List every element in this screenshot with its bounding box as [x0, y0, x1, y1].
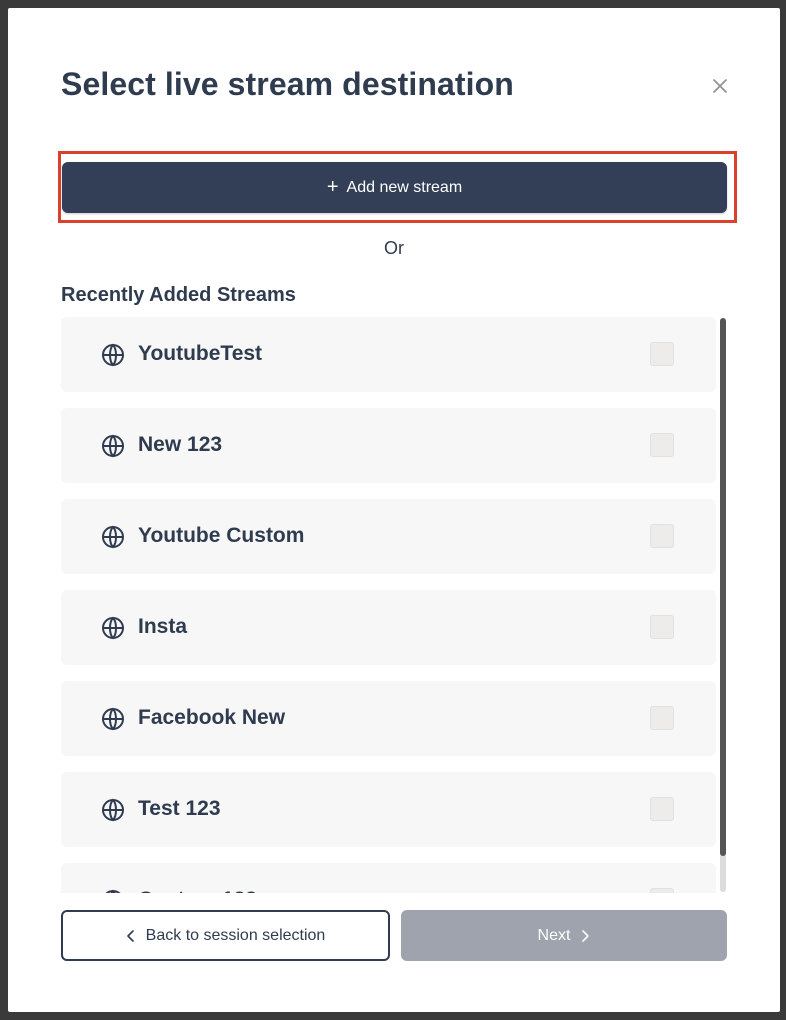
back-button-label: Back to session selection [145, 926, 326, 944]
close-button[interactable] [708, 74, 732, 98]
next-button[interactable]: Next [401, 910, 727, 961]
stream-item[interactable]: Youtube Custom [61, 499, 716, 574]
stream-item-checkbox[interactable] [650, 888, 674, 893]
add-new-stream-button[interactable]: + Add new stream [62, 162, 727, 213]
stream-item-checkbox[interactable] [650, 615, 674, 639]
close-icon [713, 79, 727, 93]
stream-item[interactable]: Custom 123 [61, 863, 716, 893]
globe-icon [101, 707, 125, 731]
globe-icon [101, 343, 125, 367]
stream-item-label: Facebook New [138, 706, 286, 729]
chevron-right-icon [580, 929, 590, 943]
globe-icon [101, 616, 125, 640]
stream-item[interactable]: Insta [61, 590, 716, 665]
stream-list-scrollbar[interactable] [720, 318, 726, 892]
stream-item-checkbox[interactable] [650, 342, 674, 366]
stream-list-viewport[interactable]: YoutubeTest New 123 Youtube Custom Insta Fac… [61, 317, 733, 893]
globe-icon [101, 889, 125, 893]
stream-list: YoutubeTest New 123 Youtube Custom Insta Fac… [61, 317, 733, 893]
add-new-stream-label: Add new stream [346, 178, 463, 196]
stream-item-checkbox[interactable] [650, 524, 674, 548]
plus-icon: + [326, 175, 339, 198]
stream-item-label: YoutubeTest [138, 342, 263, 365]
globe-icon [101, 434, 125, 458]
stream-item-label: Test 123 [138, 797, 221, 820]
stream-item-checkbox[interactable] [650, 433, 674, 457]
or-separator: Or [384, 238, 404, 258]
globe-icon [101, 798, 125, 822]
stream-item[interactable]: Test 123 [61, 772, 716, 847]
stream-destination-modal: Select live stream destination + Add new… [8, 8, 780, 1012]
next-button-label: Next [537, 926, 571, 944]
chevron-left-icon [126, 929, 136, 943]
stream-item-label: New 123 [138, 433, 223, 456]
stream-item-label: Insta [138, 615, 188, 638]
stream-item[interactable]: New 123 [61, 408, 716, 483]
globe-icon [101, 525, 125, 549]
recent-streams-title: Recently Added Streams [61, 284, 296, 306]
stream-item[interactable]: Facebook New [61, 681, 716, 756]
stream-item-label: Youtube Custom [138, 524, 305, 547]
stream-item[interactable]: YoutubeTest [61, 317, 716, 392]
stream-item-label: Custom 123 [138, 888, 257, 893]
scrollbar-thumb[interactable] [720, 318, 726, 856]
back-to-session-button[interactable]: Back to session selection [61, 910, 390, 961]
stream-item-checkbox[interactable] [650, 797, 674, 821]
modal-title: Select live stream destination [61, 66, 514, 102]
stream-item-checkbox[interactable] [650, 706, 674, 730]
